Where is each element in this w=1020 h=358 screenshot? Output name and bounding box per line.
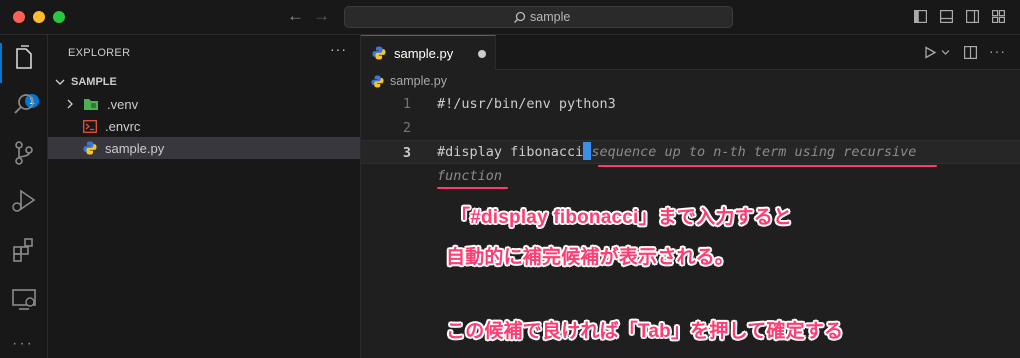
chevron-down-icon: [55, 79, 65, 85]
back-arrow-icon[interactable]: ←: [287, 6, 304, 26]
maximize-window-button[interactable]: [53, 11, 65, 23]
explorer-more-button[interactable]: ···: [330, 41, 347, 57]
close-window-button[interactable]: [13, 11, 25, 23]
search-icon[interactable]: [8, 89, 40, 121]
tab-label: sample.py: [394, 45, 454, 61]
breadcrumb[interactable]: sample.py: [371, 74, 447, 88]
tree-item-label: sample.py: [105, 140, 165, 156]
tab-sample-py[interactable]: sample.py: [361, 35, 496, 70]
tab-bar: sample.py ···: [361, 35, 1020, 70]
extensions-icon[interactable]: [8, 233, 40, 265]
line-number: 3: [402, 145, 411, 161]
minimize-window-button[interactable]: [33, 11, 45, 23]
tree-item-sample-py[interactable]: sample.py: [48, 137, 360, 159]
editor-area: sample.py ··· sample.py 1 #!/usr/bin/env…: [361, 35, 1020, 358]
breadcrumb-file: sample.py: [390, 74, 447, 88]
tree-item-label: .envrc: [105, 118, 141, 134]
python-icon: [371, 74, 384, 88]
workspace-name: SAMPLE: [71, 76, 117, 88]
search-icon: [514, 11, 526, 23]
explorer-title: EXPLORER: [68, 47, 131, 59]
typed-text: #display fibonacci: [437, 144, 584, 160]
active-indicator: [0, 43, 2, 83]
line-number: 1: [402, 96, 411, 112]
code-line-current: 3 #display fibonacci sequence up to n-th …: [361, 140, 1020, 164]
code-line: 2: [361, 116, 1020, 140]
search-label: sample: [530, 10, 571, 24]
command-center-search[interactable]: sample: [344, 6, 733, 28]
run-icon[interactable]: [924, 46, 937, 59]
activity-bar: 1 ···: [0, 35, 48, 358]
customize-layout-icon[interactable]: [992, 10, 1005, 23]
toggle-panel-icon[interactable]: [940, 10, 953, 23]
chevron-down-icon[interactable]: [941, 49, 950, 56]
annotation-line-2: 自動的に補完候補が表示される。: [446, 247, 735, 268]
code-line: 1 #!/usr/bin/env python3: [361, 92, 1020, 116]
chevron-right-icon: [67, 99, 73, 109]
inline-suggestion[interactable]: sequence up to n-th term using recursive: [591, 144, 916, 160]
toggle-primary-sidebar-icon[interactable]: [914, 10, 927, 23]
files-icon[interactable]: [8, 43, 40, 75]
explorer-sidebar: EXPLORER ··· SAMPLE .venv .envrc sample.…: [48, 35, 361, 358]
title-bar: ← → sample: [0, 0, 1020, 35]
tree-item-label: .venv: [107, 96, 139, 112]
annotation-line-3: この候補で良ければ「Tab」を押して確定する: [446, 321, 844, 342]
editor-more-icon[interactable]: ···: [989, 43, 1006, 59]
suggestion-underline: [437, 187, 508, 189]
source-control-icon[interactable]: [8, 137, 40, 169]
forward-arrow-icon[interactable]: →: [313, 6, 330, 26]
suggestion-underline: [598, 165, 937, 167]
line-number: 2: [402, 120, 411, 136]
terminal-file-icon: [83, 119, 97, 133]
line-text: #!/usr/bin/env python3: [437, 96, 616, 112]
python-icon: [83, 141, 97, 155]
unsaved-dot-icon[interactable]: [478, 50, 486, 58]
inline-suggestion-continued[interactable]: function: [437, 168, 502, 184]
python-icon: [372, 46, 386, 60]
folder-icon: [84, 99, 98, 110]
annotation-line-1: 「#display fibonacci」まで入力すると: [451, 207, 793, 228]
code-line-wrapped: function: [361, 164, 1020, 188]
toggle-secondary-sidebar-icon[interactable]: [966, 10, 979, 23]
workspace-section-header[interactable]: SAMPLE: [53, 75, 117, 89]
remote-explorer-icon[interactable]: [8, 283, 40, 315]
run-debug-icon[interactable]: [8, 185, 40, 217]
line-text-with-suggestion: #display fibonacci sequence up to n-th te…: [437, 140, 916, 164]
tree-item-venv[interactable]: .venv: [48, 93, 360, 115]
tree-item-envrc[interactable]: .envrc: [48, 115, 360, 137]
more-icon[interactable]: ···: [12, 335, 34, 353]
split-editor-icon[interactable]: [964, 46, 977, 59]
